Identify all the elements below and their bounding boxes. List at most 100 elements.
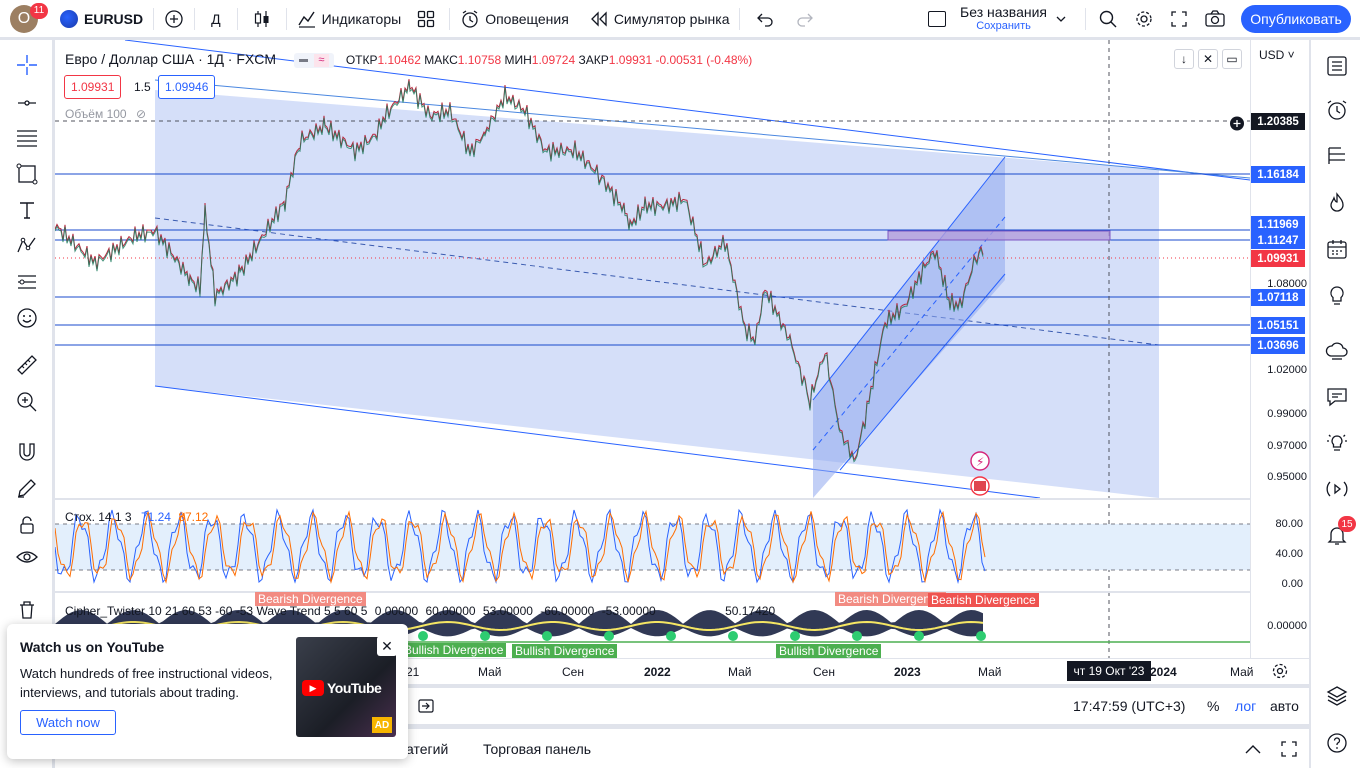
currency-selector[interactable]: USD ˅ [1259,48,1295,62]
add-alert-plus-icon[interactable] [1227,115,1247,132]
hotlists-button[interactable] [1324,190,1350,216]
divider [153,7,155,30]
indicators-button[interactable]: Индикаторы [291,0,408,38]
trend-line-tool[interactable] [14,90,40,116]
percent-toggle[interactable]: % [1207,698,1219,714]
calendar-button[interactable] [1324,236,1350,262]
symbol-title[interactable]: Евро / Доллар США · 1Д · FXCM [65,51,276,67]
layers-button[interactable] [1324,683,1350,709]
youtube-logo-text: YouTube [327,680,382,696]
shapes-tool[interactable] [14,161,40,187]
text-tool[interactable] [14,197,40,223]
search-button[interactable] [1090,0,1126,38]
settings-button[interactable] [1126,0,1162,38]
compare-symbol-button[interactable] [158,0,190,38]
remove-drawings-tool[interactable] [14,597,40,623]
fullscreen-icon [1281,741,1297,757]
cloud-icon [1325,342,1348,360]
interval-button[interactable]: Д [199,0,232,38]
chart-pane[interactable]: ⚡ Евро / Доллар США · 1Д · FXCM ≈ ОТКР1.… [55,40,1309,658]
eye-off-icon[interactable]: ⊘ [136,107,146,121]
fullscreen-button[interactable] [1162,0,1196,38]
time-label: 2024 [1150,665,1177,679]
magnet-tool[interactable] [14,439,40,465]
chats-button[interactable] [1324,384,1350,410]
cipher-val-2: 53.00000 [482,604,533,618]
fib-tool[interactable] [14,125,40,151]
maximize-panel-button[interactable] [1280,740,1298,763]
pattern-tool[interactable] [14,233,40,259]
divider [285,7,287,30]
hide-drawings-tool[interactable] [14,544,40,570]
pattern-icon [17,237,36,253]
replay-label: Симулятор рынка [613,10,730,27]
ohlc-values: ОТКР1.10462 МАКС1.10758 МИН1.09724 ЗАКР1… [346,53,752,67]
sell-price-button[interactable]: 1.09931 [64,75,122,99]
publish-button[interactable]: Опубликовать [1241,5,1351,33]
volume-label[interactable]: Объём 100 ⊘ [65,107,146,121]
tab-trading-panel[interactable]: Торговая панель [483,741,591,757]
price-label: 0.95000 [1267,471,1307,483]
prediction-tool[interactable] [14,269,40,295]
undo-button[interactable] [744,0,786,38]
broadcast-button[interactable] [1324,476,1350,502]
buy-price-button[interactable]: 1.09946 [158,75,216,99]
collapse-panel-button[interactable] [1243,740,1263,763]
chart-type-button[interactable] [242,0,282,38]
watch-now-button[interactable]: Watch now [20,710,116,735]
snapshot-button[interactable] [1196,0,1234,38]
close-icon[interactable]: ✕ [1198,49,1218,69]
save-layout-link[interactable]: Сохранить [976,19,1031,33]
ruler-tool[interactable] [14,352,40,378]
lock-drawings-tool[interactable] [14,512,40,538]
auto-toggle[interactable]: авто [1270,698,1299,714]
redo-button[interactable] [786,0,824,38]
price-label: 1.02000 [1267,364,1307,376]
minus-icon [298,58,308,62]
log-toggle[interactable]: лог [1235,698,1256,714]
timezone-clock[interactable]: 17:47:59 (UTC+3) [1073,698,1185,714]
divider [1085,7,1086,30]
help-button[interactable] [1324,730,1350,756]
maximize-pane-icon[interactable]: ▭ [1222,49,1242,69]
replay-button[interactable]: Симулятор рынка [583,0,736,38]
cipher-title[interactable]: Cipher_Twister 10 21 60 53 -60 -53 Wave … [65,604,367,618]
notifications-button[interactable]: 15 [1324,516,1356,548]
alerts-panel-button[interactable] [1324,97,1350,123]
forecast-icon [18,275,36,289]
close-promo-button[interactable]: ✕ [377,636,397,656]
descending-channel[interactable] [155,90,1159,498]
time-label: 2023 [894,665,921,679]
layout-button[interactable]: Без названия Сохранить [922,0,1081,38]
alerts-button[interactable]: Оповещения [454,0,575,38]
stoch-title[interactable]: Стох. 14 1 3 [65,510,132,524]
watchlist-button[interactable] [1324,53,1350,79]
tab-strategy-tester[interactable]: атегий [406,741,448,757]
chart-settings-button[interactable] [1271,662,1289,685]
zoom-tool[interactable] [14,389,40,415]
drawing-mode-tool[interactable] [14,475,40,501]
legend-toggle[interactable]: ≈ [293,52,334,68]
icons-tool[interactable] [14,305,40,331]
help-ideas-button[interactable] [1324,430,1350,456]
goto-date-button[interactable] [417,697,435,720]
ideas-button[interactable] [1324,283,1350,309]
templates-button[interactable] [407,0,445,38]
crosshair-tool[interactable] [14,52,40,78]
symbol-search-button[interactable]: EURUSD [54,0,149,38]
purple-zone[interactable] [887,230,1111,241]
layers-icon [1326,686,1348,706]
object-tree-button[interactable] [1324,143,1350,169]
arrow-down-icon[interactable]: ↓ [1174,49,1194,69]
time-label: 2022 [644,665,671,679]
level-badge: 1.11969 [1251,216,1305,233]
magnet-icon [19,443,35,461]
bearish-div-label-3: Bearish Divergence [928,593,1039,607]
streams-button[interactable] [1324,338,1350,364]
cipher-val-0: 0.00000 [374,604,419,618]
divider [194,7,196,30]
user-avatar[interactable]: O 11 [0,0,48,38]
flame-icon [1330,192,1344,212]
cipher-legend: Cipher_Twister 10 21 60 53 -60 -53 Wave … [65,604,775,618]
main-chart-canvas[interactable]: ⚡ [55,40,1309,658]
